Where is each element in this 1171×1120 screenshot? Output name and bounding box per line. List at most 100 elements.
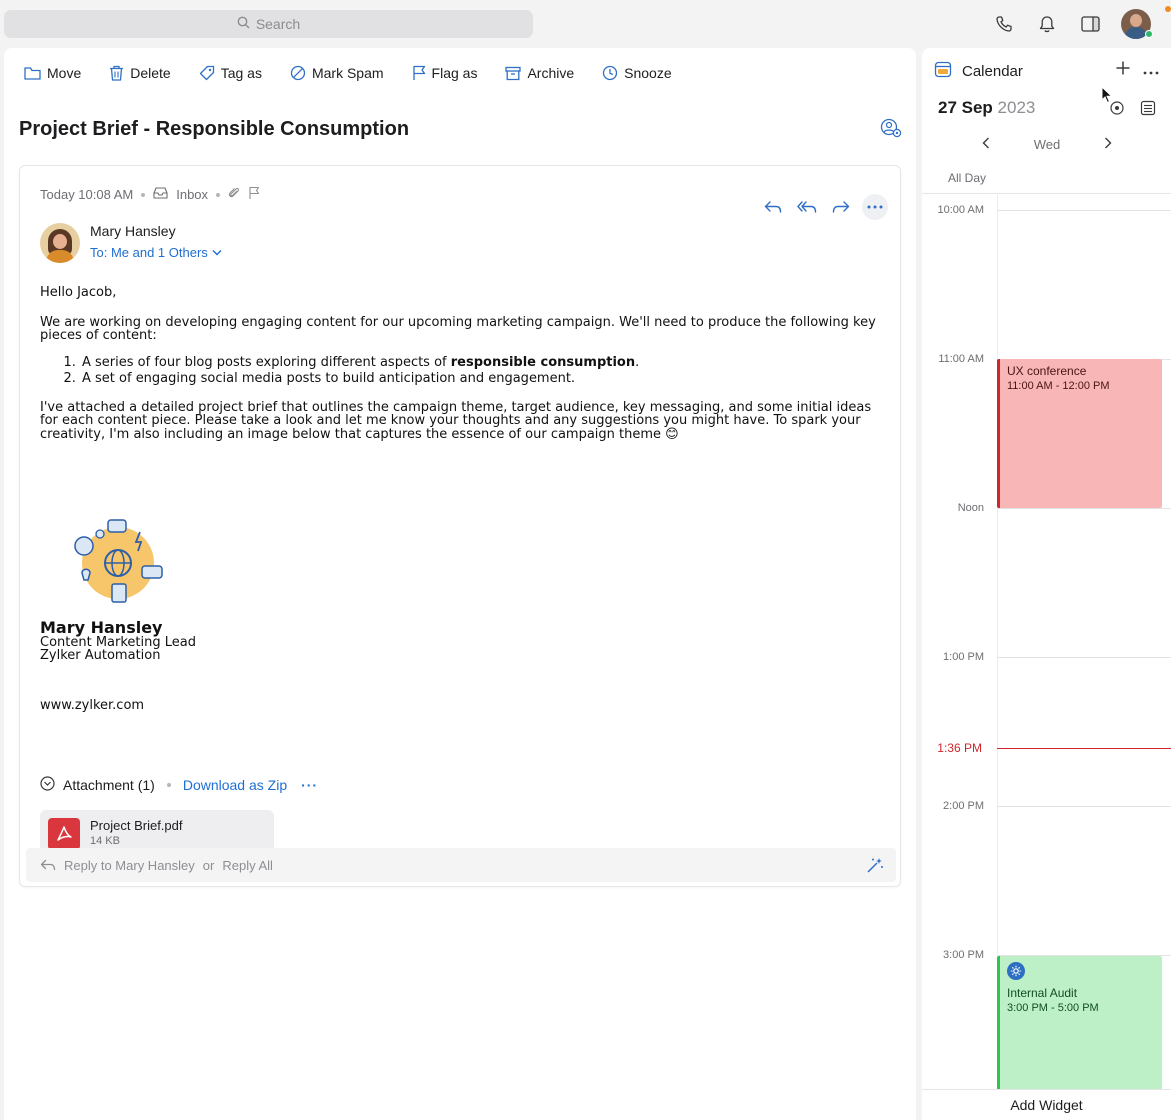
clock-icon [602, 65, 618, 81]
more-icon [867, 205, 883, 209]
top-bar: Search [0, 0, 1171, 48]
reply-button[interactable] [760, 194, 786, 220]
file-size: 14 KB [90, 835, 120, 847]
reply-all-icon [797, 201, 817, 213]
mark-spam-button[interactable]: Mark Spam [290, 65, 384, 81]
notification-dot [1165, 6, 1171, 12]
paragraph: We are working on developing engaging co… [40, 314, 876, 343]
flag-button[interactable]: Flag as [412, 65, 477, 81]
sender-name[interactable]: Mary Hansley [90, 223, 176, 239]
download-zip-link[interactable]: Download as Zip [183, 777, 287, 793]
event-time: 11:00 AM - 12:00 PM [1007, 380, 1110, 392]
move-button[interactable]: Move [24, 65, 81, 81]
mouse-cursor-icon [1101, 85, 1113, 109]
spam-icon [290, 65, 306, 81]
panel-toggle-icon[interactable] [1078, 8, 1102, 40]
quick-reply-bar[interactable]: Reply to Mary Hansley or Reply All [26, 848, 896, 882]
email-actions [760, 194, 888, 220]
delete-button[interactable]: Delete [109, 65, 171, 81]
reply-icon [764, 201, 782, 213]
folder-icon [24, 66, 41, 80]
add-event-button[interactable] [1115, 60, 1131, 81]
list-icon [1140, 100, 1156, 116]
snooze-button[interactable]: Snooze [602, 65, 672, 81]
recipients-toggle[interactable]: To: Me and 1 Others [90, 245, 222, 260]
all-day-label: All Day [948, 171, 987, 185]
phone-icon[interactable] [992, 8, 1016, 40]
search-placeholder: Search [255, 16, 301, 32]
email-time: Today 10:08 AM [40, 187, 134, 202]
mail-view: Move Delete Tag as Mark Spam Flag as Arc… [4, 48, 916, 1120]
calendar-event[interactable]: UX conference 11:00 AM - 12:00 PM [997, 359, 1162, 508]
archive-button[interactable]: Archive [505, 65, 574, 81]
hour-label: 10:00 AM [937, 204, 984, 216]
email-subject: Project Brief - Responsible Consumption [19, 118, 410, 140]
email-folder[interactable]: Inbox [176, 187, 208, 202]
file-name: Project Brief.pdf [90, 818, 183, 833]
calendar-event[interactable]: Internal Audit 3:00 PM - 5:00 PM [997, 956, 1162, 1090]
plus-icon [1116, 61, 1130, 75]
forward-button[interactable] [828, 194, 854, 220]
reply-or-label: or [202, 857, 215, 873]
attachments-header: Attachment (1) Download as Zip ··· [40, 776, 318, 794]
hour-label: Noon [957, 502, 984, 514]
email-card: Today 10:08 AM Inbox Mary Hansley To: Me… [19, 165, 901, 887]
reply-to-sender-link[interactable]: Reply to Mary Hansley [64, 858, 195, 873]
signature-website[interactable]: www.zylker.com [40, 698, 144, 713]
sender-avatar[interactable] [40, 223, 80, 263]
calendar-widget: Calendar 27 Sep 2023 Wed All Day 10:00 A… [922, 48, 1171, 1120]
email-meta: Today 10:08 AM Inbox [40, 186, 260, 203]
gear-icon [1007, 962, 1025, 980]
current-time-line [997, 748, 1171, 749]
magic-wand-icon[interactable] [866, 857, 884, 876]
event-time: 3:00 PM - 5:00 PM [1007, 1002, 1099, 1014]
chevron-down-icon [212, 250, 222, 256]
flag-icon[interactable] [248, 186, 260, 203]
event-title: Internal Audit [1007, 986, 1078, 1000]
calendar-more-button[interactable] [1143, 62, 1159, 80]
reply-all-button[interactable] [794, 194, 820, 220]
greeting: Hello Jacob, [40, 285, 117, 300]
hour-label: 1:00 PM [943, 651, 984, 663]
content-list: A series of four blog posts exploring di… [80, 355, 890, 387]
calendar-header: Calendar [934, 60, 1023, 82]
chevron-right-icon[interactable] [1104, 137, 1112, 152]
pdf-icon [48, 818, 80, 850]
event-title: UX conference [1007, 364, 1087, 378]
signature-company: Zylker Automation [40, 648, 161, 663]
email-body: Hello Jacob, We are working on developin… [40, 286, 890, 457]
forward-icon [832, 201, 850, 213]
contact-settings-icon[interactable] [880, 118, 902, 143]
list-item: A set of engaging social media posts to … [80, 371, 890, 387]
reply-all-link[interactable]: Reply All [222, 858, 273, 873]
current-time-label: 1:36 PM [937, 741, 982, 755]
trash-icon [110, 65, 124, 81]
attachments-title: Attachment (1) [63, 777, 155, 793]
collapse-attachments-icon[interactable] [40, 776, 55, 794]
agenda-view-button[interactable] [1140, 100, 1156, 121]
online-status-indicator [1145, 30, 1153, 38]
calendar-title: Calendar [962, 62, 1023, 80]
list-item: A series of four blog posts exploring di… [80, 355, 890, 371]
tag-button[interactable]: Tag as [199, 65, 262, 81]
calendar-date: 27 Sep 2023 [938, 98, 1036, 117]
more-actions-button[interactable] [862, 194, 888, 220]
search-input[interactable]: Search [4, 10, 533, 38]
calendar-icon [934, 60, 952, 82]
chevron-left-icon[interactable] [982, 137, 990, 152]
reply-icon [40, 859, 56, 871]
inbox-icon [153, 187, 168, 202]
hour-label: 3:00 PM [943, 949, 984, 961]
archive-icon [505, 66, 522, 80]
more-icon [1143, 71, 1159, 75]
bell-icon[interactable] [1035, 8, 1059, 40]
flag-icon [412, 65, 425, 80]
hour-label: 11:00 AM [938, 353, 984, 365]
campaign-theme-image [70, 518, 166, 608]
day-navigator: Wed [982, 137, 1112, 152]
tag-icon [199, 65, 214, 81]
paperclip-icon[interactable] [228, 186, 240, 203]
paragraph: I've attached a detailed project brief t… [40, 399, 872, 442]
attachment-more-button[interactable]: ··· [301, 777, 318, 793]
add-widget-button[interactable]: Add Widget [922, 1089, 1171, 1120]
